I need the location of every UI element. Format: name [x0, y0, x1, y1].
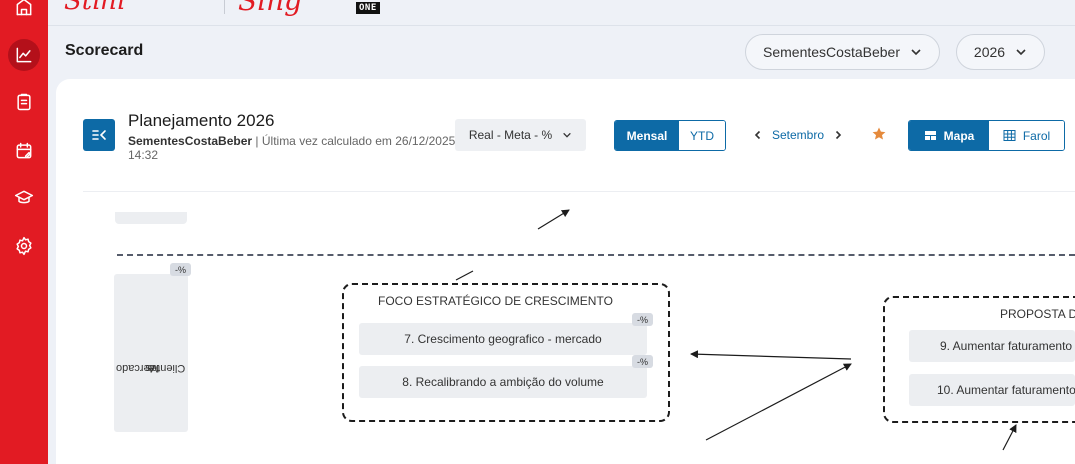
chevron-down-icon: [1016, 49, 1026, 56]
perspective-label: Mercado e Clientes: [116, 318, 185, 418]
next-month-button[interactable]: [826, 130, 850, 140]
objective-card[interactable]: 8. Recalibrando a ambição do volume: [359, 366, 647, 398]
objective-card[interactable]: 9. Aumentar faturamento: [909, 330, 1075, 362]
plan-title: Planejamento 2026: [128, 111, 275, 130]
connector-arrow: [690, 350, 852, 360]
chevron-right-icon: [835, 130, 842, 140]
brand-logo-secondary: Sing: [238, 0, 303, 17]
value-view-select-label: Real - Meta - %: [468, 128, 553, 142]
chart-line-icon[interactable]: [8, 39, 40, 71]
strategy-map: -% Mercado e Clientes FOCO ESTRATÉGICO D…: [56, 192, 1075, 464]
display-farol-label: Farol: [1022, 128, 1051, 143]
sidebar: [0, 0, 48, 464]
display-farol-button[interactable]: Farol: [989, 121, 1064, 150]
plan-company: SementesCostaBeber: [128, 134, 253, 148]
current-month: Setembro: [771, 128, 825, 142]
scorecard-card: Planejamento 2026 SementesCostaBeber | Ú…: [56, 79, 1075, 464]
collapse-panel-button[interactable]: [83, 119, 115, 151]
chevron-down-icon: [911, 49, 921, 56]
objective-badge: -%: [632, 355, 653, 368]
brand-one-badge: ONE: [356, 2, 380, 14]
connector-line: [455, 270, 474, 281]
objective-group-title: FOCO ESTRATÉGICO DE CRESCIMENTO: [378, 294, 613, 308]
clipboard-icon[interactable]: [8, 86, 40, 118]
brand-strip: Stihl Sing ONE: [48, 0, 1075, 26]
perspective-label-line: Clientes: [145, 362, 185, 374]
plan-subtitle: SementesCostaBeber | Última vez calculad…: [128, 134, 458, 162]
display-toggle: Mapa Farol: [908, 120, 1065, 151]
graduation-cap-icon[interactable]: [8, 182, 40, 214]
home-icon[interactable]: [8, 0, 40, 23]
company-select[interactable]: SementesCostaBeber: [745, 34, 940, 70]
objective-badge: -%: [632, 313, 653, 326]
value-view-select[interactable]: Real - Meta - %: [455, 119, 586, 151]
period-ytd-button[interactable]: YTD: [679, 121, 725, 150]
calendar-edit-icon[interactable]: [8, 135, 40, 167]
panel-collapse-icon: [92, 130, 106, 140]
connector-arrow: [705, 363, 852, 441]
company-select-value: SementesCostaBeber: [763, 44, 900, 60]
connector-arrow: [537, 209, 570, 230]
year-select-value: 2026: [973, 44, 1006, 60]
perspective-box-above: [115, 212, 187, 224]
map-layout-icon: [924, 131, 936, 140]
month-navigator: Setembro: [746, 123, 850, 147]
display-map-button[interactable]: Mapa: [909, 121, 989, 150]
prev-month-button[interactable]: [746, 130, 770, 140]
objective-card[interactable]: 10. Aumentar faturamento: [909, 374, 1075, 406]
perspective-badge: -%: [170, 263, 191, 276]
header-bar: Scorecard SementesCostaBeber 2026: [48, 27, 1075, 79]
objective-card[interactable]: 7. Crescimento geografico - mercado: [359, 323, 647, 355]
brand-separator: [224, 0, 225, 14]
favorite-star-icon[interactable]: [871, 126, 887, 142]
gear-icon[interactable]: [8, 230, 40, 262]
year-select[interactable]: 2026: [956, 34, 1045, 70]
page-title: Scorecard: [65, 42, 144, 59]
brand-logo: Stihl: [64, 0, 126, 16]
perspective-separator: [117, 254, 1075, 256]
period-toggle: Mensal YTD: [614, 120, 726, 151]
chevron-left-icon: [754, 130, 761, 140]
objective-group-title: PROPOSTA DE: [1000, 307, 1075, 321]
period-monthly-button[interactable]: Mensal: [615, 121, 679, 150]
chevron-down-icon: [563, 132, 571, 138]
display-map-label: Mapa: [943, 128, 975, 143]
connector-arrow: [1002, 424, 1017, 451]
table-grid-icon: [1003, 130, 1016, 141]
